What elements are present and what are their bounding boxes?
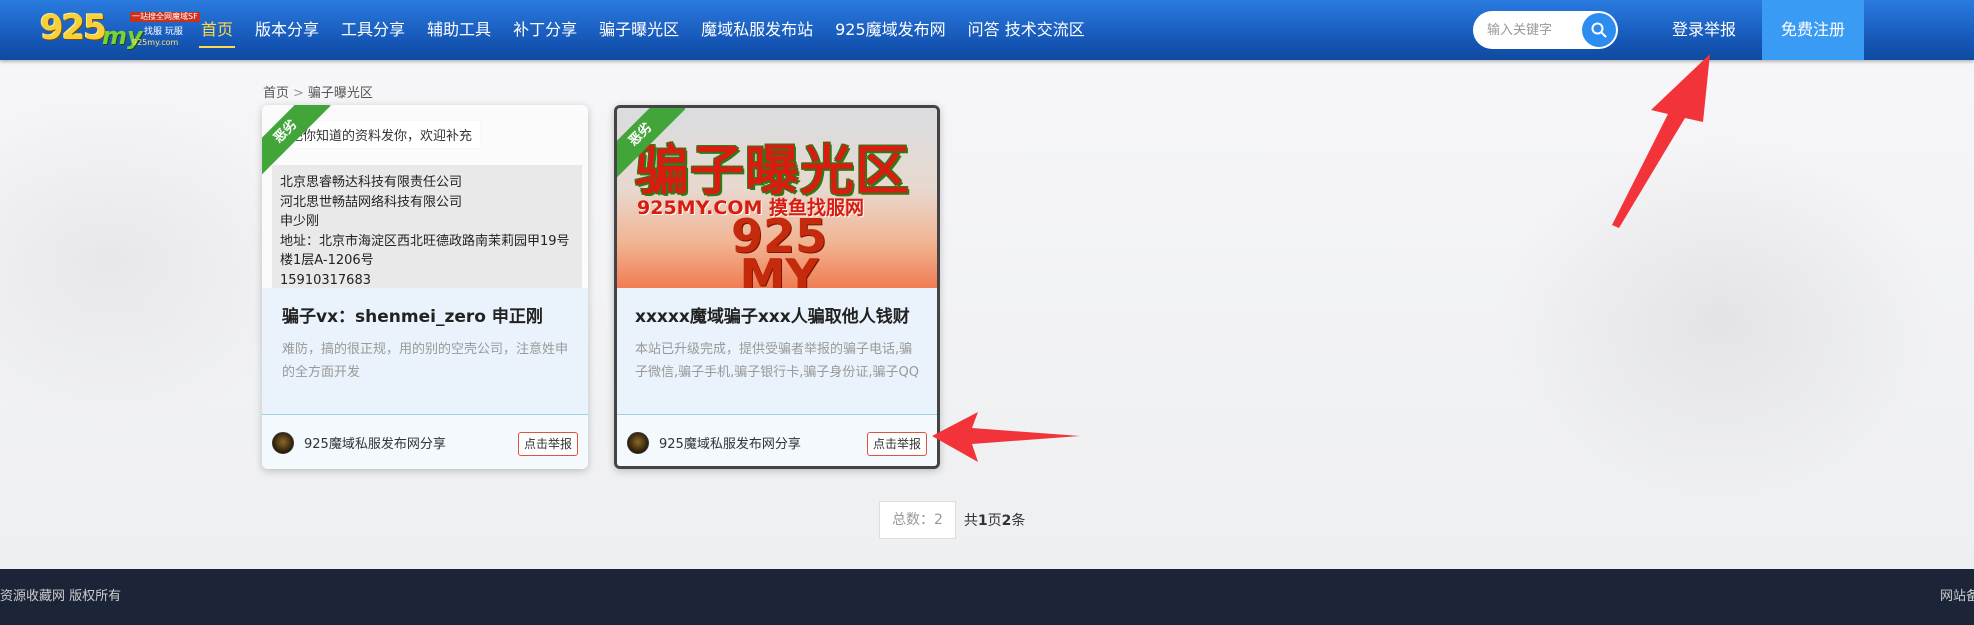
info-line: 河北思世畅喆网络科技有限公司 bbox=[280, 194, 463, 210]
nav-item-helpers[interactable]: 辅助工具 bbox=[416, 0, 502, 60]
post-card[interactable]: 恶劣 骗子曝光区 925MY.COM 摸鱼找服网 925 MY xxxxx魔域骗… bbox=[614, 105, 940, 469]
card-footer: 925魔域私服发布网分享 点击举报 bbox=[617, 414, 937, 466]
breadcrumb-home[interactable]: 首页 bbox=[263, 86, 289, 101]
nav-item-private-server-release[interactable]: 魔域私服发布站 bbox=[690, 0, 824, 60]
logo-tagline-2: 找服 玩服 bbox=[144, 27, 183, 37]
nav-item-qa[interactable]: 问答 技术交流区 bbox=[957, 0, 1096, 60]
card-body: xxxxx魔域骗子xxx人骗取他人钱财 本站已升级完成，提供受骗者举报的骗子电话… bbox=[635, 305, 925, 384]
search-input[interactable] bbox=[1487, 20, 1582, 40]
total-label: 总数： bbox=[892, 512, 934, 528]
total-value: 2 bbox=[934, 512, 943, 528]
thumbnail-info-block: 北京思睿畅达科技有限责任公司 河北思世畅喆网络科技有限公司 申少刚 地址：北京市… bbox=[272, 165, 582, 288]
search-icon bbox=[1591, 22, 1607, 38]
page-count: 1 bbox=[977, 513, 988, 529]
report-button[interactable]: 点击举报 bbox=[517, 432, 578, 456]
info-line: 北京思睿畅达科技有限责任公司 bbox=[280, 175, 463, 190]
site-logo[interactable]: 925 my 一站搜全网魔域SF 找服 玩服 925my.com bbox=[40, 8, 200, 50]
info-line: 15910317683 bbox=[280, 272, 371, 288]
logo-domain: 925my.com bbox=[132, 38, 179, 47]
breadcrumb-current: 骗子曝光区 bbox=[307, 86, 373, 101]
card-thumbnail[interactable]: 恶劣 骗子曝光区 925MY.COM 摸鱼找服网 925 MY bbox=[617, 108, 937, 288]
nav-item-tools[interactable]: 工具分享 bbox=[330, 0, 416, 60]
total-count-box: 总数：2 bbox=[879, 501, 956, 539]
author-avatar bbox=[627, 432, 649, 454]
post-card[interactable]: 恶劣 把你知道的资料发你，欢迎补充 北京思睿畅达科技有限责任公司 河北思世畅喆网… bbox=[262, 105, 588, 469]
pages-prefix: 共 bbox=[963, 513, 978, 529]
site-footer: 资源收藏网 版权所有 网站备 bbox=[0, 569, 1974, 625]
login-report-link[interactable]: 登录举报 bbox=[1672, 0, 1736, 60]
nav-item-versions[interactable]: 版本分享 bbox=[244, 0, 330, 60]
count-suffix: 条 bbox=[1011, 513, 1026, 529]
card-title[interactable]: 骗子vx：shenmei_zero 申正刚 bbox=[282, 305, 570, 329]
logo-number: 925 bbox=[40, 8, 107, 48]
top-nav-bar: 925 my 一站搜全网魔域SF 找服 玩服 925my.com 首页 版本分享… bbox=[0, 0, 1974, 60]
card-body: 骗子vx：shenmei_zero 申正刚 难防，搞的很正规，用的别的空壳公司，… bbox=[282, 305, 572, 384]
report-button[interactable]: 点击举报 bbox=[866, 432, 927, 456]
thumbnail-logo-text: 925 MY bbox=[730, 209, 828, 288]
author-name: 925魔域私服发布网分享 bbox=[659, 437, 801, 452]
author-name: 925魔域私服发布网分享 bbox=[304, 437, 446, 452]
pages-mid: 页 bbox=[987, 513, 1002, 529]
card-thumbnail[interactable]: 恶劣 把你知道的资料发你，欢迎补充 北京思睿畅达科技有限责任公司 河北思世畅喆网… bbox=[262, 105, 588, 288]
info-line: 申少刚 bbox=[280, 214, 320, 229]
footer-icp: 网站备 bbox=[1940, 589, 1974, 604]
search-button[interactable] bbox=[1582, 13, 1616, 47]
card-description: 本站已升级完成，提供受骗者举报的骗子电话,骗子微信,骗子手机,骗子银行卡,骗子身… bbox=[635, 342, 919, 380]
card-title[interactable]: xxxxx魔域骗子xxx人骗取他人钱财 bbox=[635, 305, 923, 329]
card-description: 难防，搞的很正规，用的别的空壳公司，注意姓申的全方面开发 bbox=[282, 342, 569, 380]
card-footer: 925魔域私服发布网分享 点击举报 bbox=[262, 414, 588, 469]
footer-copyright: 资源收藏网 版权所有 bbox=[0, 589, 122, 604]
breadcrumb: 首页 > 骗子曝光区 bbox=[263, 82, 373, 101]
pagination: 总数：2 共1页2条 bbox=[879, 501, 1025, 539]
breadcrumb-separator: > bbox=[293, 86, 304, 101]
nav-item-home[interactable]: 首页 bbox=[190, 0, 244, 60]
nav-item-patches[interactable]: 补丁分享 bbox=[502, 0, 588, 60]
nav-item-925-release[interactable]: 925魔域发布网 bbox=[824, 0, 957, 60]
author-avatar bbox=[272, 432, 294, 454]
nav-item-scammer-exposure[interactable]: 骗子曝光区 bbox=[588, 0, 690, 60]
register-button[interactable]: 免费注册 bbox=[1762, 0, 1864, 60]
search-box bbox=[1473, 11, 1618, 49]
thumbnail-note: 把你知道的资料发你，欢迎补充 bbox=[282, 121, 481, 148]
page-info: 共1页2条 bbox=[964, 510, 1026, 530]
main-nav: 首页 版本分享 工具分享 辅助工具 补丁分享 骗子曝光区 魔域私服发布站 925… bbox=[190, 0, 1096, 60]
info-line: 地址：北京市海淀区西北旺德政路南茉莉园甲19号楼1层A-1206号 bbox=[280, 233, 570, 269]
item-count: 2 bbox=[1001, 513, 1012, 529]
